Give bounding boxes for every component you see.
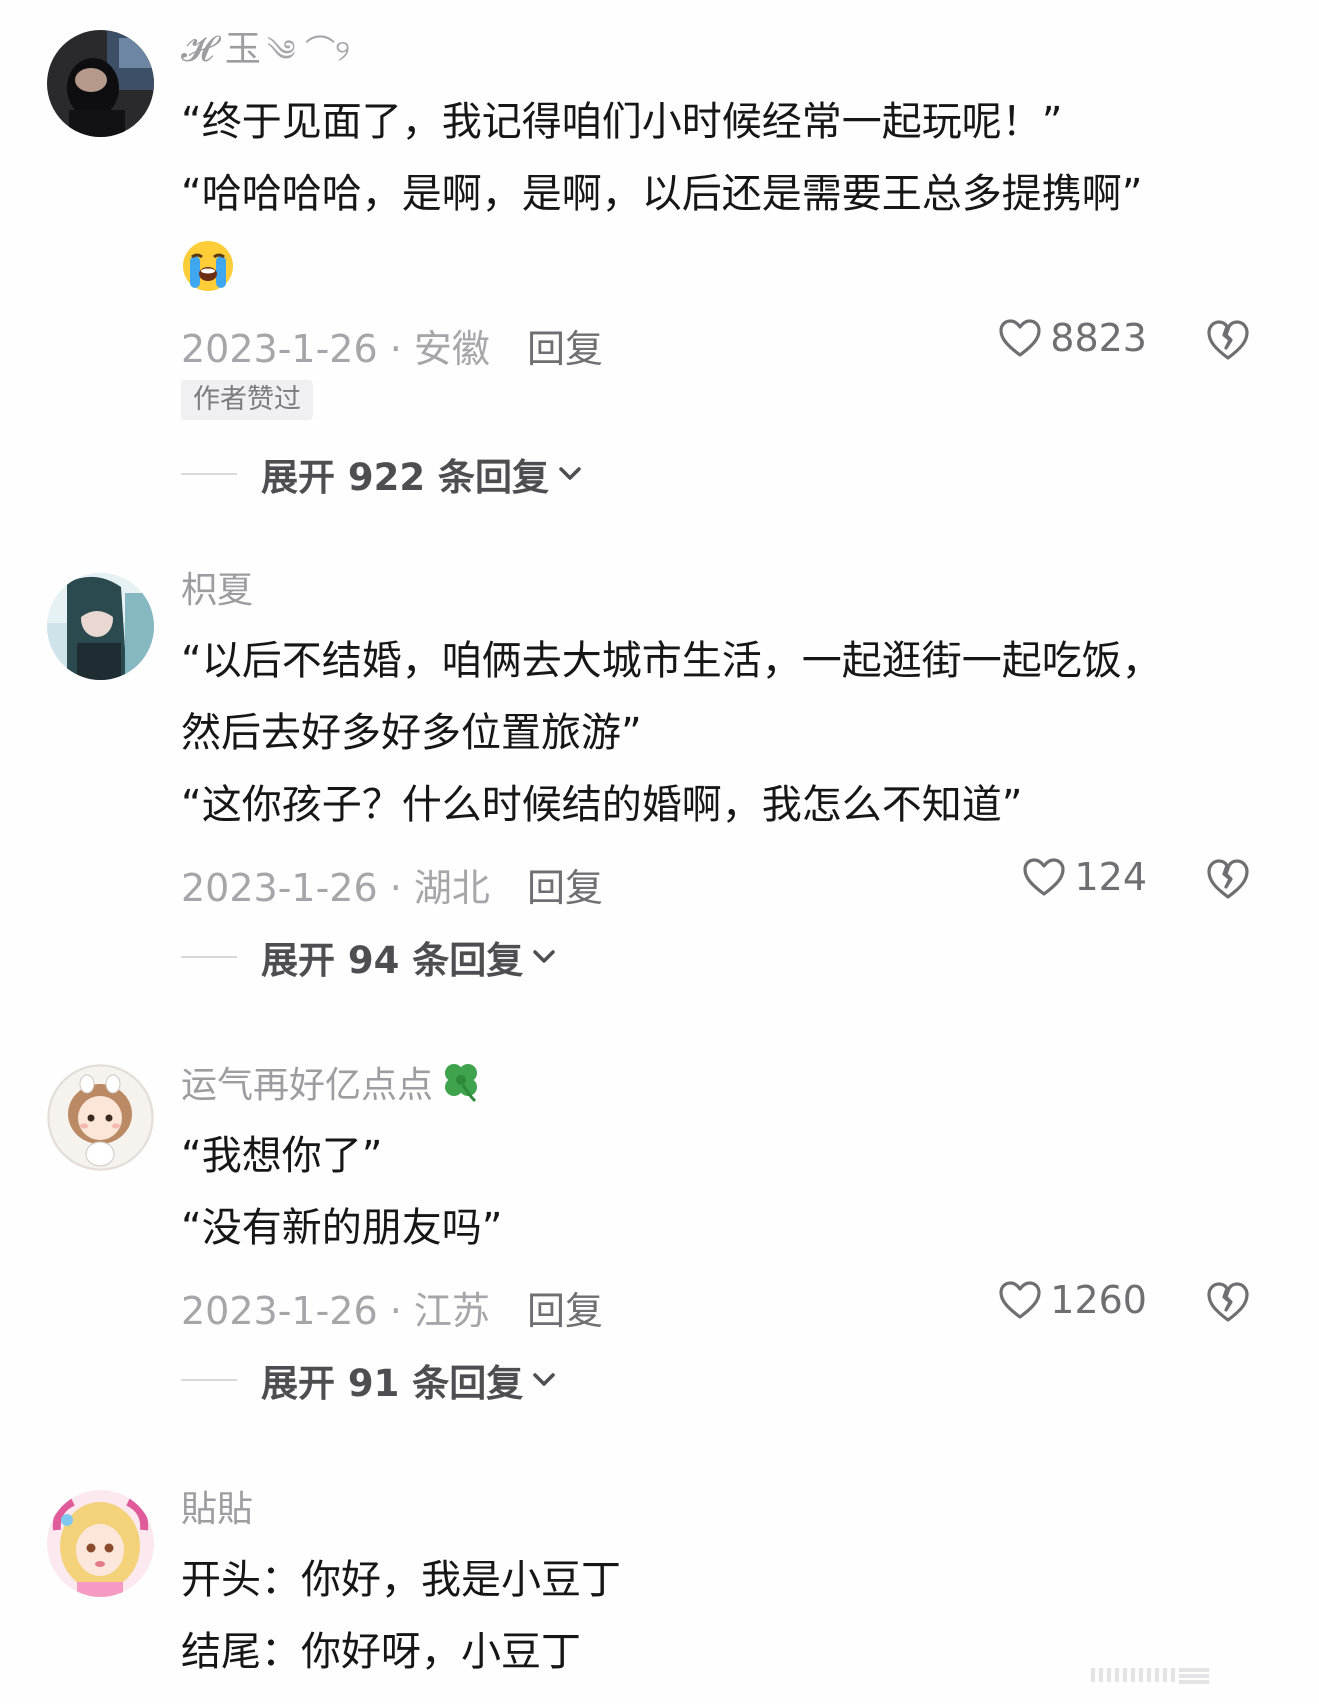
username[interactable]: 运气再好亿点点 bbox=[181, 1059, 1261, 1108]
avatar[interactable] bbox=[47, 573, 154, 680]
avatar[interactable] bbox=[47, 1490, 154, 1597]
comment-date-location: 2023-1-26 · 安徽 bbox=[181, 327, 490, 371]
username[interactable]: 枳夏 bbox=[181, 569, 1261, 613]
comment-text-line: “哈哈哈哈，是啊，是啊，以后还是需要王总多提携啊” bbox=[181, 171, 1143, 217]
avatar[interactable] bbox=[47, 30, 154, 137]
expand-replies-label: 展开 94 条回复 bbox=[261, 939, 524, 982]
loudly-crying-face-emoji bbox=[183, 241, 233, 291]
expand-replies-label: 展开 91 条回复 bbox=[261, 1362, 524, 1405]
comment-text-line: 开头：你好，我是小豆丁 bbox=[181, 1557, 621, 1603]
comment-text-line: “没有新的朋友吗” bbox=[181, 1205, 503, 1251]
chevron-down-icon bbox=[559, 467, 581, 480]
reply-button[interactable]: 回复 bbox=[527, 857, 603, 912]
broken-heart-icon bbox=[1207, 320, 1249, 360]
comment-text-line: “我想你了” bbox=[181, 1133, 383, 1179]
divider bbox=[181, 956, 237, 958]
comment-date-location: 2023-1-26 · 江苏 bbox=[181, 1289, 490, 1333]
heart-outline-icon bbox=[999, 1281, 1041, 1319]
comment-text-line: “以后不结婚，咱俩去大城市生活，一起逛街一起吃饭， bbox=[181, 638, 1162, 684]
reply-button[interactable]: 回复 bbox=[527, 318, 603, 373]
chevron-down-icon bbox=[533, 950, 556, 963]
dislike-button[interactable] bbox=[1205, 857, 1251, 901]
chevron-down-icon bbox=[533, 1373, 556, 1386]
expand-replies-button[interactable]: 展开 94 条回复 bbox=[181, 927, 1261, 987]
comment-list: 𝓗 玉 ༄ ⌒୨ “终于见面了，我记得咱们小时候经常一起玩呢！” “哈哈哈哈，是啊… bbox=[0, 0, 1319, 1704]
divider bbox=[181, 473, 237, 475]
comment-text-line: “终于见面了，我记得咱们小时候经常一起玩呢！” bbox=[181, 99, 1063, 145]
like-count: 8823 bbox=[1050, 316, 1147, 360]
comment-text-line: 然后去好多好多位置旅游” bbox=[181, 710, 642, 756]
like-button[interactable]: 8823 bbox=[998, 316, 1147, 360]
heart-outline-icon bbox=[1023, 858, 1066, 896]
like-count: 124 bbox=[1074, 855, 1147, 899]
username[interactable]: 貼貼 bbox=[181, 1488, 1261, 1532]
divider bbox=[181, 1379, 237, 1381]
heart-outline-icon bbox=[999, 319, 1041, 357]
scroll-indicator bbox=[1091, 1668, 1209, 1684]
comment-text-line: “这你孩子？什么时候结的婚啊，我怎么不知道” bbox=[181, 782, 1023, 828]
expand-replies-label: 展开 922 条回复 bbox=[261, 456, 549, 499]
four-leaf-clover-icon bbox=[445, 1064, 478, 1103]
avatar[interactable] bbox=[47, 1064, 154, 1171]
author-liked-badge: 作者赞过 bbox=[181, 380, 313, 420]
like-count: 1260 bbox=[1050, 1278, 1147, 1322]
broken-heart-icon bbox=[1207, 859, 1249, 899]
expand-replies-button[interactable]: 展开 91 条回复 bbox=[181, 1350, 1261, 1410]
comment-date-location: 2023-1-26 · 湖北 bbox=[181, 866, 490, 910]
dislike-button[interactable] bbox=[1205, 1280, 1251, 1324]
dislike-button[interactable] bbox=[1205, 318, 1251, 362]
expand-replies-button[interactable]: 展开 922 条回复 bbox=[181, 444, 1261, 504]
like-button[interactable]: 124 bbox=[1022, 855, 1147, 899]
like-button[interactable]: 1260 bbox=[998, 1278, 1147, 1322]
reply-button[interactable]: 回复 bbox=[527, 1280, 603, 1335]
username[interactable]: 𝓗 玉 ༄ ⌒୨ bbox=[181, 28, 1261, 74]
broken-heart-icon bbox=[1207, 1282, 1249, 1322]
